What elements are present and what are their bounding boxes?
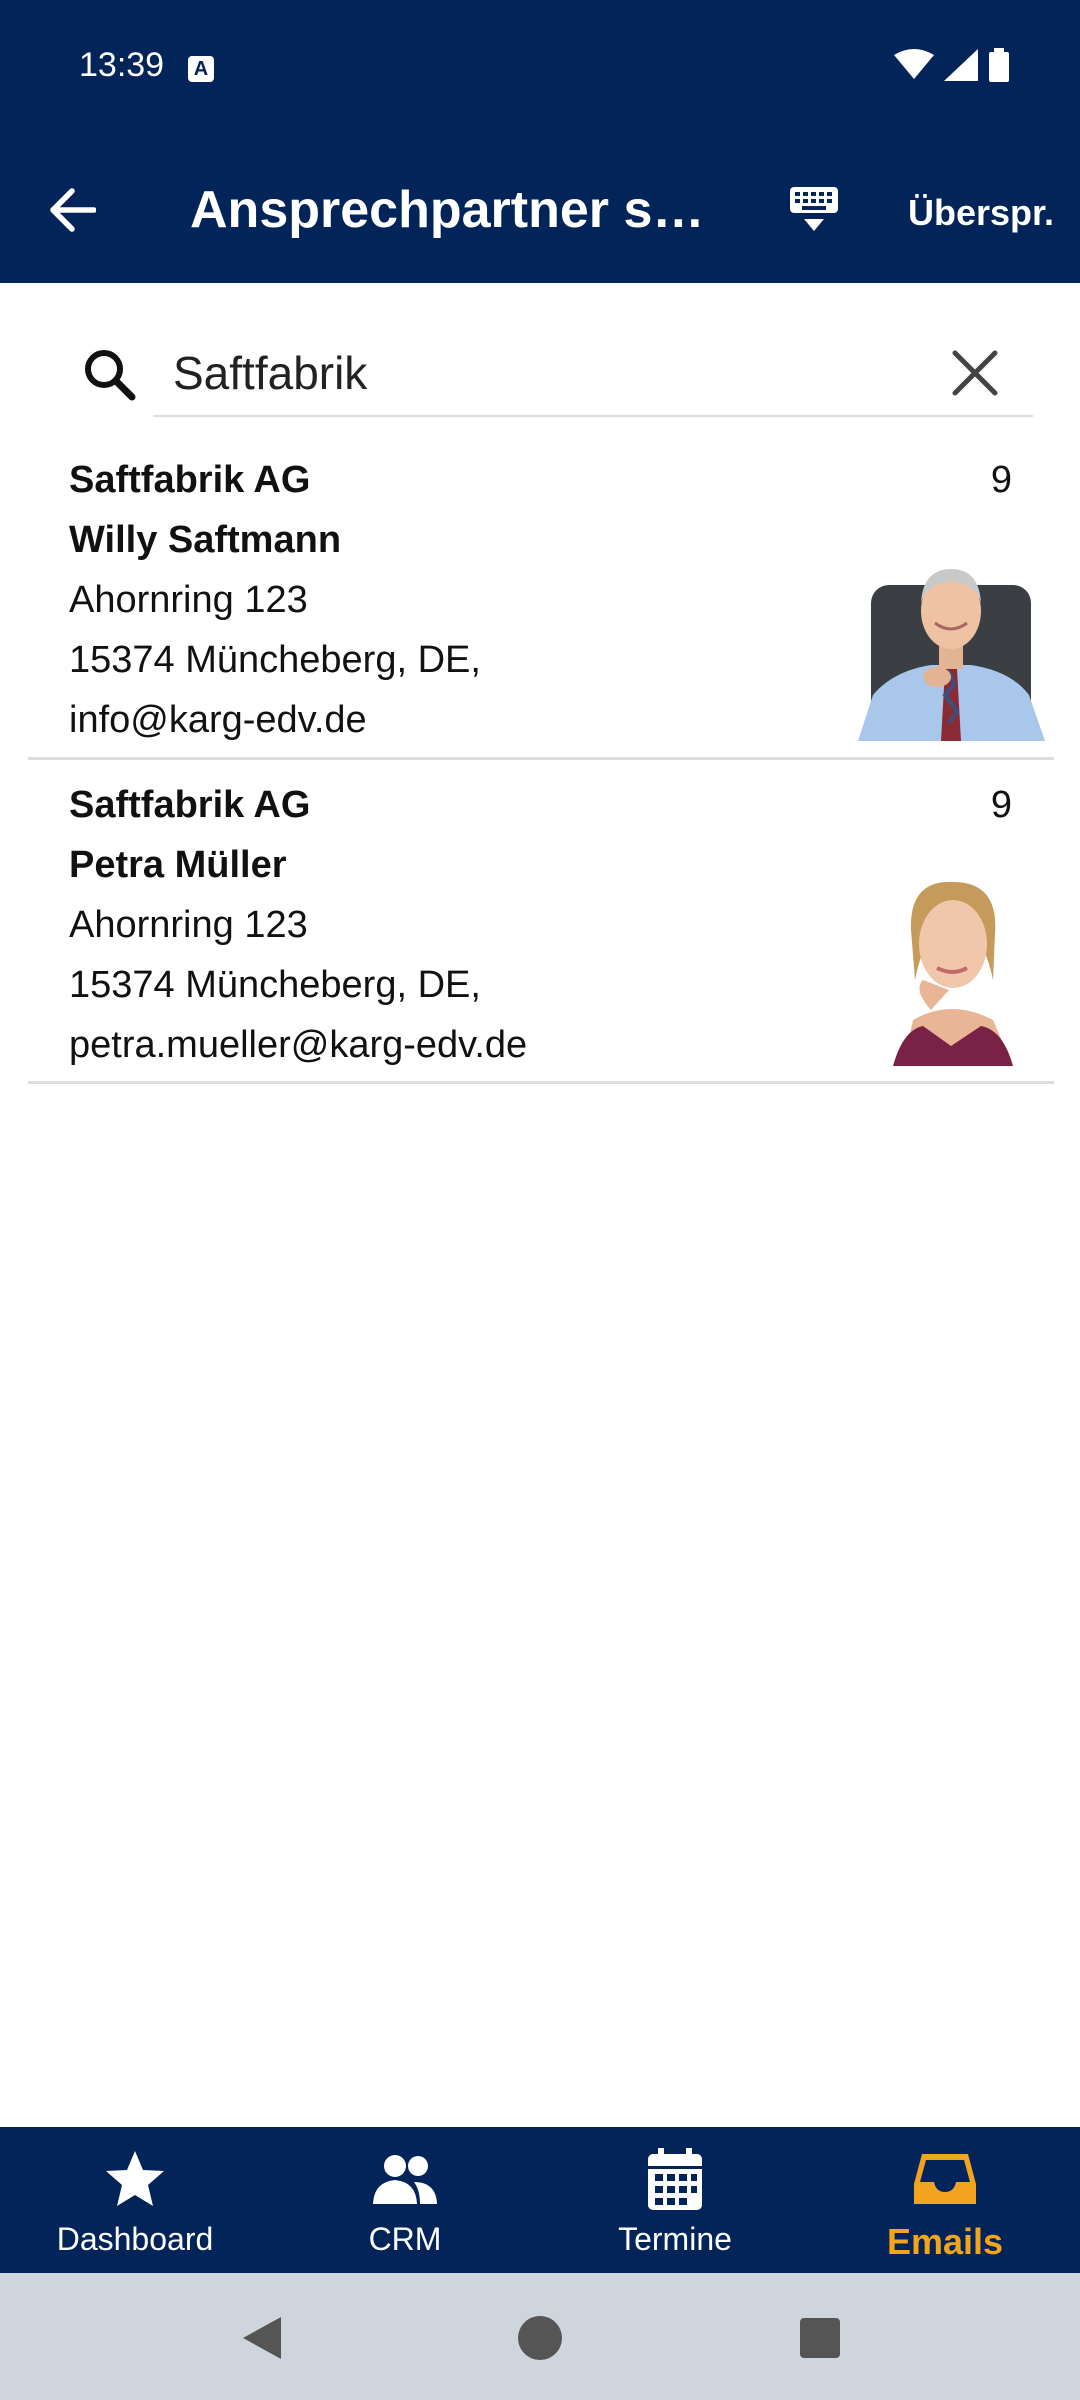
nav-item-termine[interactable]: Termine — [540, 2127, 810, 2273]
nav-item-dashboard[interactable]: Dashboard — [0, 2127, 270, 2273]
city-address: 15374 Müncheberg, DE, — [69, 639, 481, 681]
nav-label: CRM — [368, 2221, 442, 2257]
nav-label: Emails — [886, 2221, 1004, 2262]
nav-label: Dashboard — [56, 2221, 214, 2257]
calendar-icon — [648, 2148, 702, 2210]
signal-icon — [944, 49, 978, 81]
app-bar: Ansprechpartner su... Überspr. — [0, 140, 1080, 283]
search-field — [153, 333, 1033, 417]
skip-button[interactable]: Überspr. — [908, 192, 1054, 234]
bottom-nav: Dashboard CRM Termine Emails — [0, 2127, 1080, 2273]
street-address: Ahornring 123 — [69, 579, 308, 621]
search-bar — [0, 283, 1080, 433]
contact-name: Petra Müller — [69, 844, 287, 886]
status-time: 13:39 — [79, 46, 165, 84]
system-icons — [894, 48, 1010, 82]
status-bar: 13:39 A — [0, 0, 1080, 140]
city-address: 15374 Müncheberg, DE, — [69, 964, 481, 1006]
square-recents-icon — [800, 2318, 840, 2358]
arrow-left-icon — [50, 188, 96, 232]
battery-icon — [989, 48, 1009, 82]
people-icon — [373, 2155, 437, 2204]
nav-label: Termine — [618, 2221, 732, 2257]
system-home-button[interactable] — [515, 2313, 565, 2363]
system-back-button[interactable] — [236, 2313, 286, 2363]
email-address: info@karg-edv.de — [69, 699, 367, 741]
contact-list: Saftfabrik AG 9 Willy Saftmann Ahornring… — [28, 435, 1054, 1084]
avatar — [853, 545, 1049, 741]
clear-search-button[interactable] — [945, 343, 1005, 403]
star-icon — [106, 2151, 164, 2206]
page-title: Ansprechpartner su... — [190, 181, 720, 239]
contact-name: Willy Saftmann — [69, 519, 342, 561]
search-input[interactable] — [173, 333, 933, 413]
inbox-icon — [914, 2154, 976, 2204]
nav-item-crm[interactable]: CRM — [270, 2127, 540, 2273]
wifi-icon — [894, 49, 934, 79]
count-badge: 9 — [990, 459, 1012, 501]
system-recents-button[interactable] — [795, 2313, 845, 2363]
list-item[interactable]: Saftfabrik AG 9 Petra Müller Ahornring 1… — [28, 760, 1054, 1084]
circle-home-icon — [518, 2316, 562, 2360]
search-icon — [85, 350, 136, 401]
back-button[interactable] — [40, 178, 104, 242]
count-badge: 9 — [990, 784, 1012, 826]
close-icon — [952, 350, 998, 396]
company-name: Saftfabrik AG — [69, 459, 311, 501]
avatar — [853, 870, 1049, 1066]
company-name: Saftfabrik AG — [69, 784, 311, 826]
nav-item-emails[interactable]: Emails — [810, 2127, 1080, 2273]
email-address: petra.mueller@karg-edv.de — [69, 1024, 528, 1066]
triangle-back-icon — [243, 2317, 281, 2359]
street-address: Ahornring 123 — [69, 904, 308, 946]
keyboard-indicator-icon: A — [188, 56, 214, 82]
keyboard-toggle-button[interactable] — [782, 180, 846, 240]
list-item[interactable]: Saftfabrik AG 9 Willy Saftmann Ahornring… — [28, 435, 1054, 760]
keyboard-icon — [790, 187, 838, 231]
system-nav-bar — [0, 2273, 1080, 2400]
